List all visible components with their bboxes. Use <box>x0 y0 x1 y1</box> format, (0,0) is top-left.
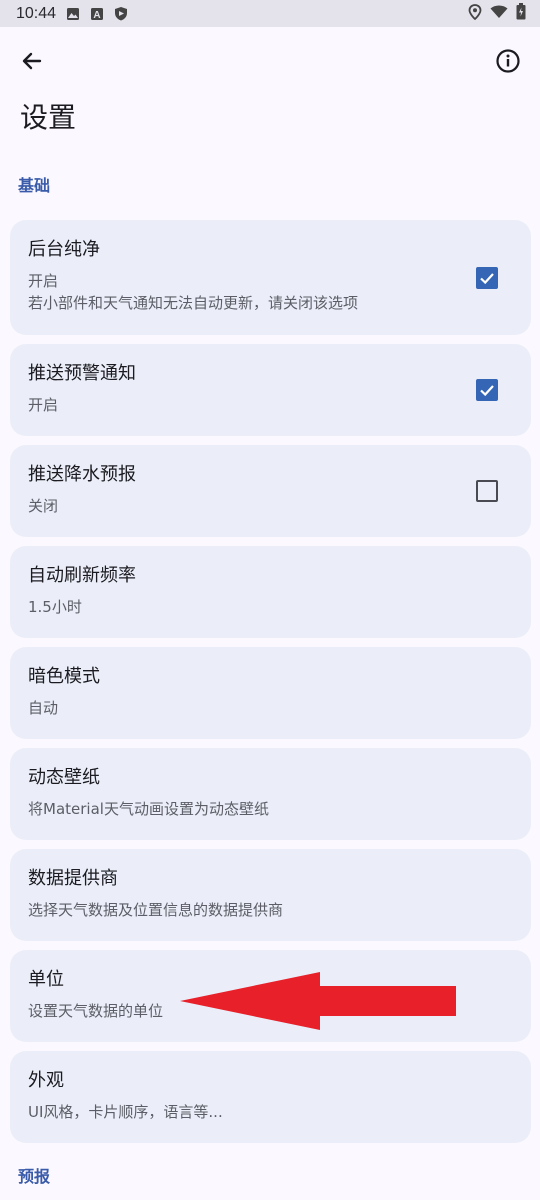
a-icon: A <box>90 7 104 21</box>
setting-dark-mode[interactable]: 暗色模式 自动 <box>10 647 531 739</box>
status-time: 10:44 <box>16 4 57 22</box>
setting-title: 推送降水预报 <box>28 464 136 485</box>
setting-title: 外观 <box>28 1070 64 1091</box>
setting-summary: UI风格，卡片顺序，语言等... <box>28 1103 223 1121</box>
svg-text:A: A <box>93 10 100 21</box>
arrow-back-icon <box>20 49 44 77</box>
annotation-arrow <box>180 972 456 1030</box>
setting-live-wallpaper[interactable]: 动态壁纸 将Material天气动画设置为动态壁纸 <box>10 748 531 840</box>
setting-title: 暗色模式 <box>28 666 100 687</box>
info-icon <box>495 48 521 78</box>
setting-background-clean[interactable]: 后台纯净 开启 若小部件和天气通知无法自动更新，请关闭该选项 <box>10 220 531 335</box>
alert-notification-checkbox[interactable] <box>476 379 498 401</box>
location-icon <box>468 3 482 24</box>
setting-title: 推送预警通知 <box>28 363 136 384</box>
setting-summary: 将Material天气动画设置为动态壁纸 <box>28 800 269 818</box>
info-button[interactable] <box>488 43 528 83</box>
check-icon <box>480 273 494 285</box>
page-title: 设置 <box>20 101 77 134</box>
shield-icon <box>114 6 128 21</box>
setting-title: 动态壁纸 <box>28 767 100 788</box>
setting-alert-notification[interactable]: 推送预警通知 开启 <box>10 344 531 436</box>
setting-appearance[interactable]: 外观 UI风格，卡片顺序，语言等... <box>10 1051 531 1143</box>
background-clean-checkbox[interactable] <box>476 267 498 289</box>
setting-summary: 选择天气数据及位置信息的数据提供商 <box>28 901 284 919</box>
status-bar: 10:44 A <box>0 0 540 27</box>
setting-summary: 自动 <box>28 699 59 717</box>
setting-data-provider[interactable]: 数据提供商 选择天气数据及位置信息的数据提供商 <box>10 849 531 941</box>
setting-summary: 关闭 <box>28 497 59 515</box>
section-header-basic: 基础 <box>18 176 51 195</box>
setting-title: 数据提供商 <box>28 868 118 889</box>
setting-title: 后台纯净 <box>28 239 100 260</box>
setting-summary: 开启 若小部件和天气通知无法自动更新，请关闭该选项 <box>28 272 359 312</box>
wifi-icon <box>490 5 508 23</box>
setting-title: 自动刷新频率 <box>28 565 136 586</box>
battery-icon <box>516 3 526 24</box>
precipitation-forecast-checkbox[interactable] <box>476 480 498 502</box>
section-header-forecast: 预报 <box>18 1167 51 1186</box>
back-button[interactable] <box>12 43 52 83</box>
check-icon <box>480 385 494 397</box>
image-icon <box>66 7 80 21</box>
setting-precipitation-forecast[interactable]: 推送降水预报 关闭 <box>10 445 531 537</box>
setting-refresh-rate[interactable]: 自动刷新频率 1.5小时 <box>10 546 531 638</box>
setting-summary: 开启 <box>28 396 59 414</box>
app-bar <box>0 27 540 97</box>
setting-summary: 1.5小时 <box>28 598 82 616</box>
